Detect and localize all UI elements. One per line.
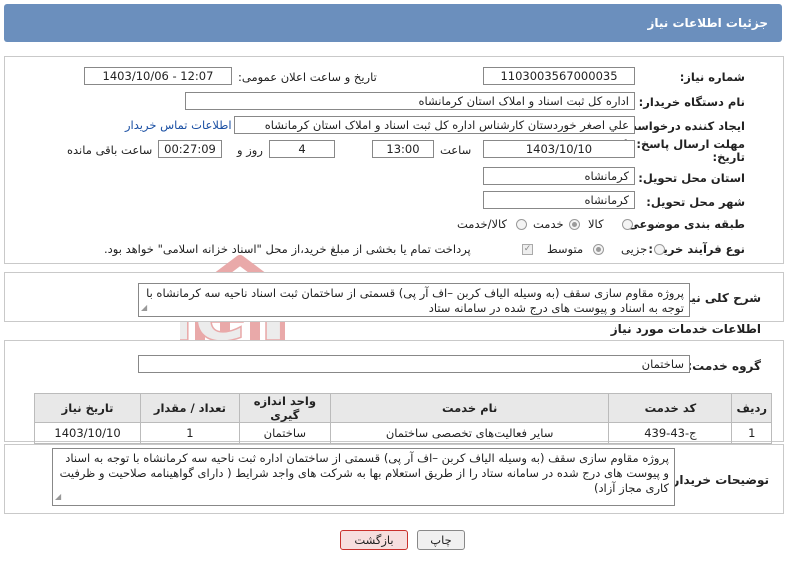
buyer-org-field[interactable]: اداره کل ثبت اسناد و املاک استان کرمانشا… [185,92,635,110]
cell-quantity: 1 [140,422,240,444]
process-option-medium: متوسط [547,242,584,256]
need-number-label: شماره نیاز: [679,70,745,84]
deadline-time-field[interactable]: 13:00 [372,140,434,158]
buyer-notes-text[interactable]: پروژه مقاوم سازی سقف (به وسیله الیاف کرب… [52,448,675,506]
buyer-notes-label: توضیحات خریدار: [667,473,769,487]
requester-field[interactable]: علي اصغر خوردستان كارشناس اداره کل ثبت ا… [234,116,635,134]
services-table-header: ردیف کد خدمت نام خدمت واحد اندازه گیری ت… [33,393,772,423]
resize-grip-icon[interactable]: ◢ [55,489,61,504]
col-need-date: تاریخ نیاز [33,393,142,423]
remaining-time-label: ساعت باقی مانده [67,143,153,157]
process-radio-minor[interactable] [654,244,665,255]
category-option-goods: کالا [588,217,604,231]
announce-label: تاریخ و ساعت اعلان عمومی: [238,70,377,84]
resize-grip-icon[interactable]: ◢ [141,300,147,315]
category-option-goods-service: کالا/خدمت [457,217,508,231]
process-radio-medium[interactable] [593,244,604,255]
col-name: نام خدمت [329,393,610,423]
table-row[interactable]: 1 ج-43-439 سایر فعالیت‌های تخصصی ساختمان… [33,422,772,444]
col-row: ردیف [731,393,772,423]
services-section-title: اطلاعات خدمات مورد نیاز [610,322,761,336]
province-label: استان محل تحویل: [638,171,745,185]
cell-code: ج-43-439 [608,422,733,444]
days-remaining-field[interactable]: 4 [269,140,335,158]
cell-unit: ساختمان [238,422,331,444]
col-unit: واحد اندازه گیری [238,393,331,423]
need-number-field[interactable]: 1103003567000035 [483,67,635,85]
announce-date-value: 1403/10/06 - 12:07 [102,69,214,83]
cell-need-date: 1403/10/10 [33,422,142,444]
need-details-page: جزئیات اطلاعات نیاز شماره نیاز: 11030035… [0,0,789,566]
announce-date-field[interactable]: 1403/10/06 - 12:07 [84,67,232,85]
cell-name: سایر فعالیت‌های تخصصی ساختمان [329,422,610,444]
category-label: طبقه بندی موضوعی: [623,217,745,231]
services-table: ردیف کد خدمت نام خدمت واحد اندازه گیری ت… [33,393,772,444]
deadline-date-field[interactable]: 1403/10/10 [483,140,635,158]
payment-note: پرداخت تمام یا بخشی از مبلغ خرید،از محل … [104,242,471,256]
city-label: شهر محل تحویل: [646,195,745,209]
service-group-label: گروه خدمت: [687,359,761,373]
buyer-notes-value: پروژه مقاوم سازی سقف (به وسیله الیاف کرب… [59,451,669,495]
service-group-field[interactable]: ساختمان [138,355,690,373]
back-button[interactable]: بازگشت [340,530,408,550]
category-option-service: خدمت [533,217,564,231]
page-title: جزئیات اطلاعات نیاز [647,16,768,30]
col-code: کد خدمت [608,393,733,423]
deadline-label-date: تاریخ: [712,150,745,164]
need-summary-text[interactable]: پروژه مقاوم سازی سقف (به وسیله الیاف کرب… [138,283,690,317]
col-quantity: تعداد / مقدار [140,393,240,423]
province-field[interactable]: کرمانشاه [483,167,635,185]
requester-label: ایجاد کننده درخواست: [620,119,745,133]
process-option-minor: جزیی [621,242,648,256]
remaining-time-field[interactable]: 00:27:09 [158,140,222,158]
category-radio-service[interactable] [569,219,580,230]
need-info-panel [4,56,784,264]
deadline-time-label: ساعت [440,143,472,157]
print-button[interactable]: چاپ [417,530,465,550]
days-label: روز و [237,143,263,157]
buyer-org-label: نام دستگاه خریدار: [638,95,745,109]
city-field[interactable]: کرمانشاه [483,191,635,209]
buyer-contact-link[interactable]: اطلاعات تماس خریدار [125,118,232,132]
cell-row: 1 [731,422,772,444]
category-radio-goods[interactable] [622,219,633,230]
treasury-checkbox[interactable]: ✓ [522,244,533,255]
deadline-label: مهلت ارسال پاسخ: تا [623,137,745,151]
category-radio-goods-service[interactable] [516,219,527,230]
page-header: جزئیات اطلاعات نیاز [4,4,782,42]
need-summary-value: پروژه مقاوم سازی سقف (به وسیله الیاف کرب… [146,286,684,315]
